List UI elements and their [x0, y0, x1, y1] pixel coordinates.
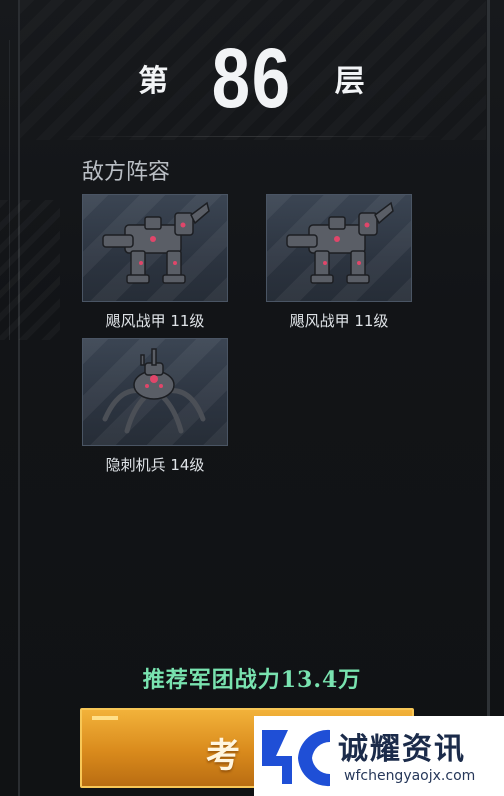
floor-title: 第 86 层 [0, 28, 504, 128]
title-divider [60, 136, 444, 137]
spider-drone-icon [102, 348, 206, 434]
enemy-portrait[interactable] [82, 338, 228, 446]
watermark-logo-icon [262, 729, 330, 787]
enemy-section-title: 敌方阵容 [82, 160, 171, 185]
enemy-name: 隐刺机兵 14级 [105, 456, 205, 474]
mech-walker-icon [286, 201, 394, 284]
challenge-button-label: 考 [206, 736, 240, 776]
floor-suffix: 层 [334, 64, 366, 99]
enemy-portrait[interactable] [266, 194, 412, 302]
watermark: 诚耀资讯 wfchengyaojx.com [254, 716, 504, 796]
tower-floor-screen: 第 86 层 敌方阵容 飓风战甲 11级 飓风战甲 11级 隐刺机兵 14级 推… [0, 0, 504, 796]
recommended-power: 推荐军团战力13.4万 [142, 667, 362, 693]
floor-number: 86 [212, 31, 292, 125]
enemy-slot-2[interactable]: 飓风战甲 11级 [266, 194, 412, 331]
enemy-name: 飓风战甲 11级 [289, 312, 389, 330]
enemy-slot-1[interactable]: 飓风战甲 11级 [82, 194, 228, 331]
mech-walker-icon [102, 201, 210, 284]
watermark-url: wfchengyaojx.com [344, 768, 476, 784]
enemy-name: 飓风战甲 11级 [105, 312, 205, 330]
side-stripes [0, 200, 60, 340]
watermark-name: 诚耀资讯 [338, 732, 466, 767]
enemy-slot-3[interactable]: 隐刺机兵 14级 [82, 338, 228, 475]
enemy-portrait[interactable] [82, 194, 228, 302]
floor-prefix: 第 [138, 64, 170, 99]
